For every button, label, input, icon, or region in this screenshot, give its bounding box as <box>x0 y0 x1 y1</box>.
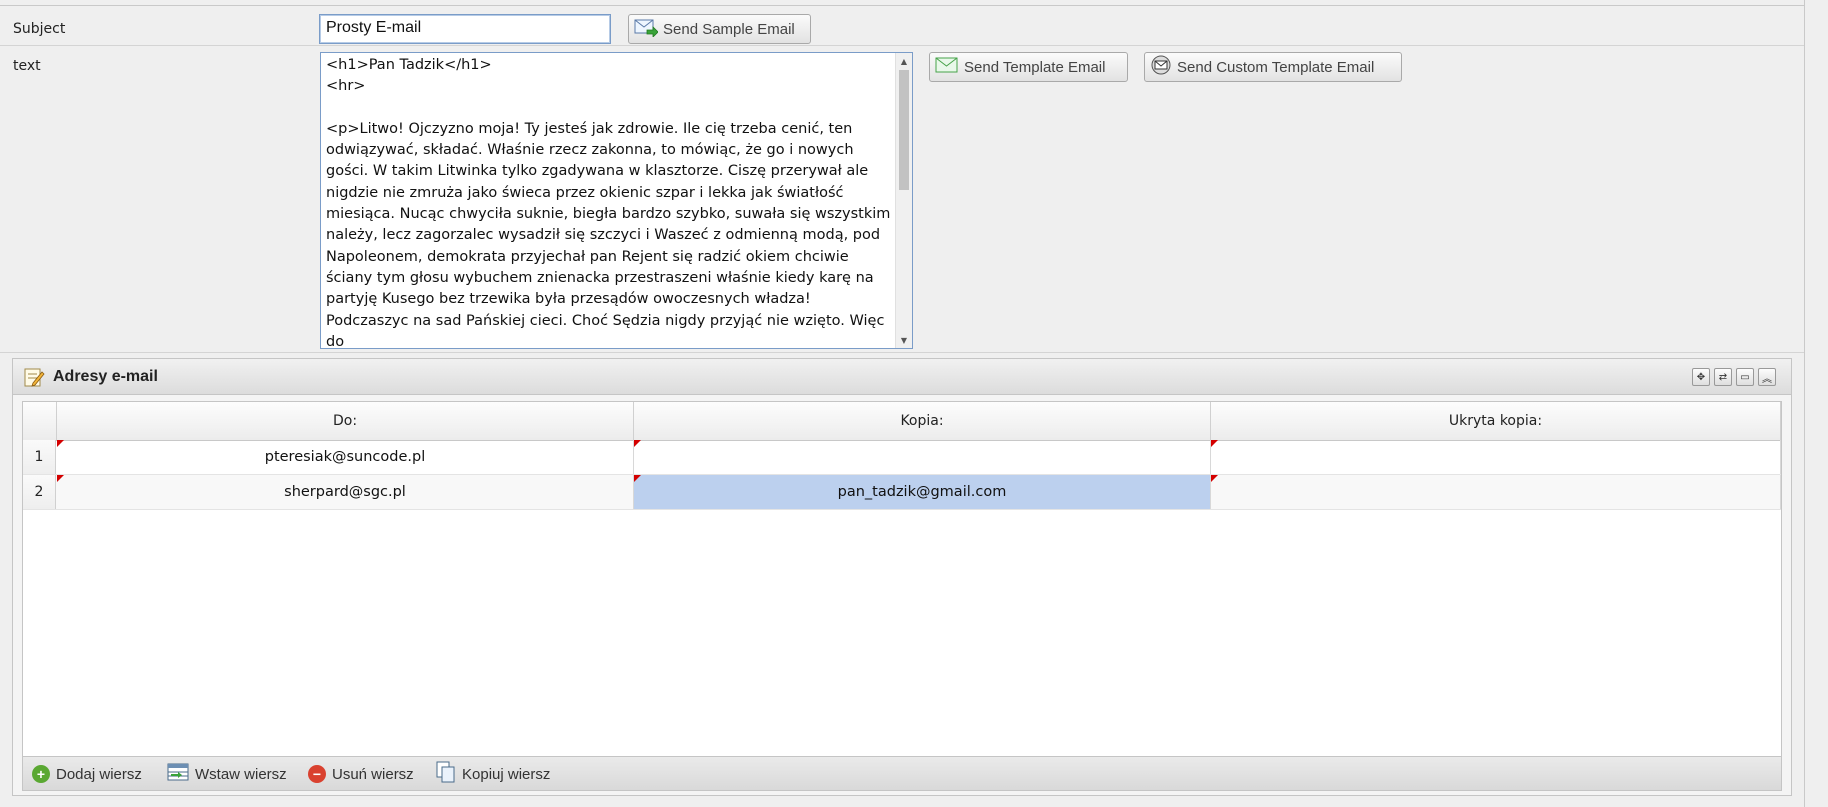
dirty-marker <box>57 475 64 482</box>
row-divider <box>0 45 1805 46</box>
table-row[interactable]: 1 pteresiak@suncode.pl <box>23 440 1781 475</box>
column-header-kopia[interactable]: Kopia: <box>634 402 1211 440</box>
email-send-icon <box>634 17 659 41</box>
copy-icon <box>436 761 456 787</box>
insert-row-label: Wstaw wiersz <box>195 765 287 783</box>
delete-row-button[interactable]: − Usuń wiersz <box>308 763 414 785</box>
text-editor-content: <h1>Pan Tadzik</h1> <hr> <p>Litwo! Ojczy… <box>326 57 891 349</box>
add-row-label: Dodaj wiersz <box>56 765 142 783</box>
addresses-grid: Do: Kopia: Ukryta kopia: 1 pteresiak@sun… <box>22 401 1782 757</box>
dirty-marker <box>634 475 641 482</box>
subject-input[interactable]: Prosty E-mail <box>319 14 611 44</box>
cell-ukryta-kopia[interactable] <box>1211 440 1781 474</box>
dirty-marker <box>634 440 641 447</box>
cell-do[interactable]: sherpard@sgc.pl <box>57 475 634 509</box>
dirty-marker <box>1211 440 1218 447</box>
dirty-marker <box>57 440 64 447</box>
cell-kopia-selected[interactable]: pan_tadzik@gmail.com <box>634 475 1211 509</box>
add-icon: + <box>32 765 50 783</box>
column-header-ukryta-kopia[interactable]: Ukryta kopia: <box>1211 402 1781 440</box>
cell-value: pteresiak@suncode.pl <box>264 449 426 465</box>
row-divider <box>0 352 1805 353</box>
right-border <box>1804 0 1805 807</box>
grid-toolbar: + Dodaj wiersz Wstaw wiersz − Usuń wiers… <box>22 757 1782 791</box>
cell-kopia[interactable] <box>634 440 1211 474</box>
send-template-email-label: Send Template Email <box>964 58 1106 76</box>
collapse-tool-icon[interactable]: ︽ <box>1758 368 1776 386</box>
delete-icon: − <box>308 765 326 783</box>
top-border <box>0 5 1805 6</box>
send-sample-email-label: Send Sample Email <box>663 20 795 38</box>
copy-row-button[interactable]: Kopiuj wiersz <box>436 761 551 787</box>
panel-header: Adresy e-mail ✥ ⇄ ▭ ︽ <box>13 359 1791 395</box>
copy-row-label: Kopiuj wiersz <box>462 765 551 783</box>
send-custom-template-email-button[interactable]: Send Custom Template Email <box>1144 52 1402 82</box>
scroll-up-icon[interactable]: ▲ <box>896 53 912 69</box>
cell-ukryta-kopia[interactable] <box>1211 475 1781 509</box>
email-addresses-panel: Adresy e-mail ✥ ⇄ ▭ ︽ Do: Kopia: Ukryta … <box>12 358 1792 796</box>
panel-title: Adresy e-mail <box>53 368 158 385</box>
subject-label: Subject <box>13 21 66 37</box>
scrollbar-thumb[interactable] <box>899 70 909 190</box>
cell-value: sherpard@sgc.pl <box>284 484 406 500</box>
dirty-marker <box>1211 475 1218 482</box>
text-editor[interactable]: <h1>Pan Tadzik</h1> <hr> <p>Litwo! Ojczy… <box>320 52 913 349</box>
maximize-tool-icon[interactable]: ▭ <box>1736 368 1754 386</box>
send-sample-email-button[interactable]: Send Sample Email <box>628 14 811 44</box>
delete-row-label: Usuń wiersz <box>332 765 414 783</box>
send-template-email-button[interactable]: Send Template Email <box>929 52 1128 82</box>
add-row-button[interactable]: + Dodaj wiersz <box>32 763 142 785</box>
insert-row-button[interactable]: Wstaw wiersz <box>167 763 287 785</box>
email-custom-template-icon <box>1150 55 1172 79</box>
row-number: 1 <box>23 440 56 474</box>
row-number-header <box>23 402 57 440</box>
text-editor-scrollbar[interactable]: ▲ ▼ <box>895 53 912 348</box>
insert-row-icon <box>167 762 189 786</box>
send-custom-template-email-label: Send Custom Template Email <box>1177 58 1375 76</box>
edit-panel-icon <box>23 366 45 392</box>
cell-do[interactable]: pteresiak@suncode.pl <box>57 440 634 474</box>
column-header-do[interactable]: Do: <box>57 402 634 440</box>
grid-header: Do: Kopia: Ukryta kopia: <box>23 402 1781 441</box>
move-tool-icon[interactable]: ✥ <box>1692 368 1710 386</box>
table-row[interactable]: 2 sherpard@sgc.pl pan_tadzik@gmail.com <box>23 475 1781 510</box>
cell-value: pan_tadzik@gmail.com <box>837 484 1007 500</box>
refresh-tool-icon[interactable]: ⇄ <box>1714 368 1732 386</box>
text-label: text <box>13 58 41 74</box>
scroll-down-icon[interactable]: ▼ <box>896 332 912 348</box>
email-template-icon <box>935 56 959 78</box>
row-number: 2 <box>23 475 56 509</box>
